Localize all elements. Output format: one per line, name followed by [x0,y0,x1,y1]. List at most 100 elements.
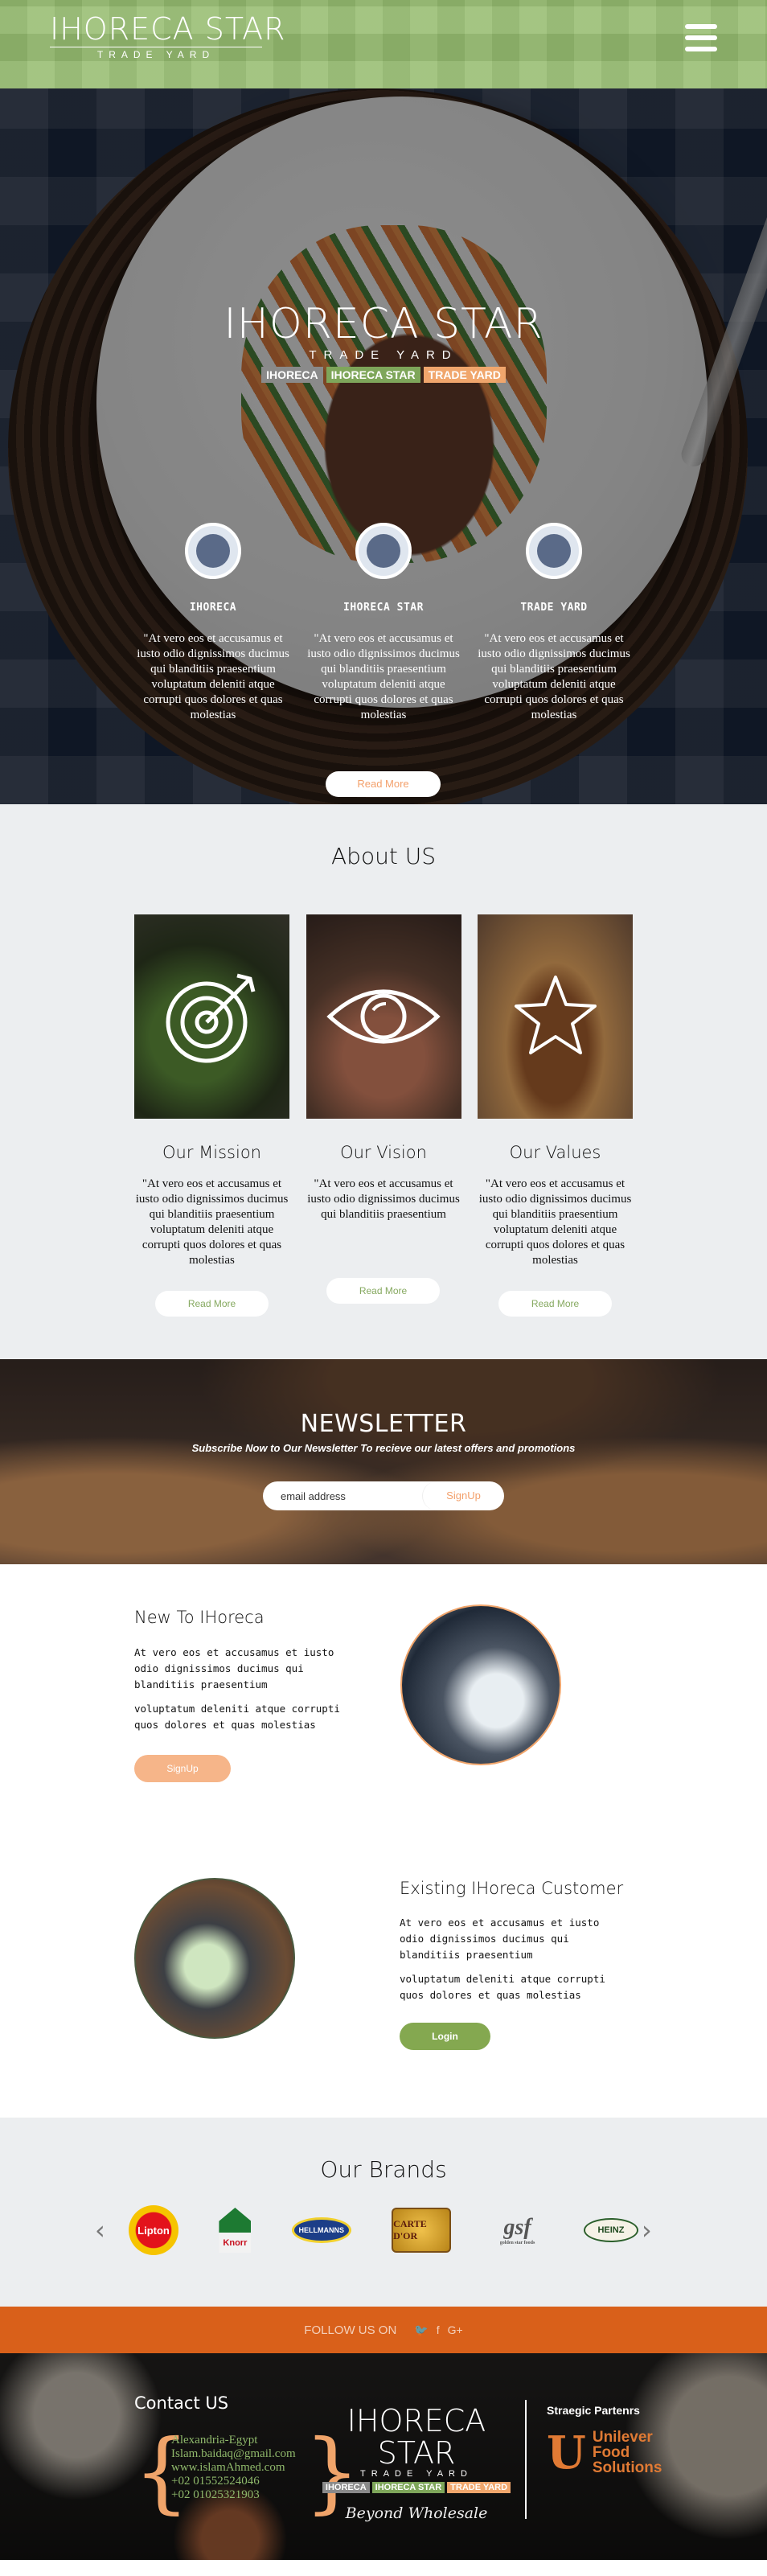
hero-column: IHORECA STAR "At vero eos et accusamus e… [303,523,464,723]
about-cards: Our Mission "At vero eos et accusamus et… [134,914,633,1268]
follow-bar: FOLLOW US ON 🐦 f G+ [0,2307,767,2353]
unilever-food-solutions-logo[interactable]: U Unilever Food Solutions [547,2430,662,2475]
about-card-values: Our Values "At vero eos et accusamus et … [478,914,633,1268]
footer-logo-chips: IHORECA IHORECA STAR TRADE YARD [320,2482,513,2493]
contact-phone-1[interactable]: +02 01552524046 [171,2475,296,2488]
newsletter-section: NEWSLETTER Subscribe Now to Our Newslett… [0,1359,767,1564]
hero-read-more-button[interactable]: Read More [326,771,441,797]
chip-ihoreca-star: IHORECA STAR [326,367,420,383]
hero-section: IHORECA STAR TRADE YARD IHORECA IHORECA … [0,88,767,804]
about-card-mission: Our Mission "At vero eos et accusamus et… [134,914,289,1268]
chip-trade-yard: TRADE YARD [447,2482,511,2493]
hero-column-title: IHORECA STAR [343,602,424,614]
vision-read-more-button[interactable]: Read More [326,1278,440,1304]
brand-hellmanns-logo[interactable]: HELLMANNS [291,2217,351,2243]
hero-column: TRADE YARD "At vero eos et accusamus et … [474,523,634,723]
values-title: Our Values [509,1143,601,1162]
brand-gsf-logo[interactable]: gsf golden star foods [492,2208,543,2253]
brands-next-arrow-icon[interactable]: › [642,2217,652,2243]
hamburger-menu-icon[interactable] [685,24,717,51]
unilever-u-icon: U [547,2426,586,2479]
existing-customer-text-2: voluptatum deleniti atque corrupti quos … [400,1973,605,2001]
brand-heinz-logo[interactable]: HEINZ [583,2218,638,2242]
about-card-vision: Our Vision "At vero eos et accusamus et … [306,914,461,1268]
mission-title: Our Mission [162,1143,261,1162]
contact-title: Contact US [134,2393,229,2413]
new-customer-text-2: voluptatum deleniti atque corrupti quos … [134,1703,340,1731]
login-button[interactable]: Login [400,2023,490,2050]
person-photo-icon [355,523,412,579]
mission-image [134,914,289,1119]
site-footer: Contact US { Alexandria-Egypt Islam.baid… [0,2353,767,2560]
shop-front-icon [526,523,582,579]
footer-divider [525,2400,527,2519]
hero-logo-main: IHORECA STAR [224,300,543,348]
contact-phone-2[interactable]: +02 01025321903 [171,2488,296,2502]
mission-text: "At vero eos et accusamus et iusto odio … [135,1177,289,1267]
mission-read-more-button[interactable]: Read More [155,1291,269,1317]
hero-column-text: "At vero eos et accusamus et iusto odio … [137,632,289,721]
contact-address: Alexandria-Egypt [171,2434,258,2447]
brands-prev-arrow-icon[interactable]: ‹ [95,2217,105,2243]
hero-columns: IHORECA "At vero eos et accusamus et ius… [133,523,634,723]
laptop-desk-photo [134,1878,295,2039]
brand-lipton-logo[interactable]: Lipton [129,2205,178,2255]
about-section: About US Our Mission "At vero eos et acc… [0,804,767,1359]
laptop-user-photo [400,1604,561,1765]
brands-section: Our Brands ‹ Lipton Knorr HELLMANNS CART… [0,2118,767,2307]
gsf-logo-text: gsf [503,2215,531,2240]
partner-line: Unilever [592,2429,653,2446]
facebook-icon[interactable]: f [437,2323,440,2337]
footer-logo-sub: TRADE YARD [360,2469,473,2479]
chip-ihoreca: IHORECA [322,2482,370,2493]
chip-ihoreca-star: IHORECA STAR [371,2482,445,2493]
vision-text: "At vero eos et accusamus et iusto odio … [307,1177,460,1221]
footer-logo-main: IHORECA STAR [347,2403,486,2471]
newsletter-title: NEWSLETTER [300,1410,467,1438]
follow-label: FOLLOW US ON [304,2323,397,2337]
contact-email[interactable]: Islam.baidaq@gmail.com [171,2447,296,2461]
existing-customer-text-1: At vero eos et accusamus et iusto odio d… [400,1917,600,1961]
hero-column-text: "At vero eos et accusamus et iusto odio … [307,632,460,721]
footer-tagline: Beyond Wholesale [345,2504,488,2522]
vision-title: Our Vision [340,1143,427,1162]
site-header: IHORECA STAR TRADE YARD [0,0,767,88]
google-plus-icon[interactable]: G+ [448,2323,463,2337]
header-logo[interactable]: IHORECA STAR TRADE YARD [50,13,286,60]
hero-logo: IHORECA STAR TRADE YARD IHORECA IHORECA … [0,302,767,383]
partners-title: Straegic Partenrs [547,2404,640,2417]
chip-trade-yard: TRADE YARD [423,367,506,383]
new-customer-text-1: At vero eos et accusamus et iusto odio d… [134,1646,334,1691]
partner-line: Solutions [592,2459,662,2476]
about-title: About US [331,843,436,869]
vision-image [306,914,461,1119]
new-customer-signup-button[interactable]: SignUp [134,1755,231,1782]
values-read-more-button[interactable]: Read More [498,1291,612,1317]
values-image [478,914,633,1119]
contact-website[interactable]: www.islamAhmed.com [171,2461,296,2475]
email-input[interactable] [263,1481,422,1510]
brand-knorr-logo[interactable]: Knorr [219,2208,252,2253]
partner-line: Food [592,2444,630,2461]
customer-section: New To IHoreca At vero eos et accusamus … [0,1564,767,2118]
hero-column: IHORECA "At vero eos et accusamus et ius… [133,523,293,723]
hero-column-title: TRADE YARD [520,602,588,614]
newsletter-form: SignUp [263,1481,504,1510]
values-text: "At vero eos et accusamus et iusto odio … [478,1177,632,1267]
brand-cartedor-logo[interactable]: CARTE D'OR [392,2208,452,2253]
star-icon [514,976,597,1054]
store-photo-icon [185,523,241,579]
existing-customer-title: Existing IHoreca Customer [400,1879,624,1898]
brands-title: Our Brands [320,2156,447,2183]
footer-logo: IHORECA STAR TRADE YARD IHORECA IHORECA … [320,2405,513,2522]
eye-icon [326,989,441,1044]
social-links: 🐦 f G+ [414,2323,462,2337]
header-logo-main: IHORECA STAR [50,11,286,47]
newsletter-signup-button[interactable]: SignUp [422,1481,504,1510]
gsf-logo-sub: golden star foods [499,2241,535,2245]
target-icon [166,973,255,1063]
twitter-icon[interactable]: 🐦 [414,2323,428,2337]
new-customer-title: New To IHoreca [134,1608,265,1627]
brand-carousel: Lipton Knorr HELLMANNS CARTE D'OR gsf go… [129,2205,638,2255]
contact-lines: Alexandria-Egypt Islam.baidaq@gmail.com … [171,2434,296,2502]
